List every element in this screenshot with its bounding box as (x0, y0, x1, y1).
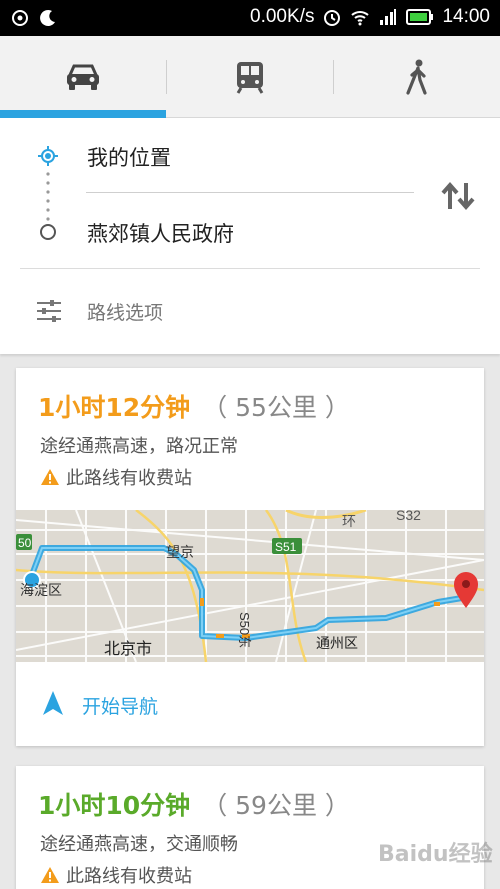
status-bar: 0.00K/s 14:00 (0, 0, 500, 36)
map-label: S32 (396, 510, 421, 523)
distance-text: （ 59公里 ） (202, 791, 350, 820)
route-options-label: 路线选项 (87, 302, 164, 324)
map-label: 50 (18, 536, 32, 550)
walk-icon (406, 59, 427, 95)
wifi-icon (351, 11, 370, 26)
route-via-text: 途经通燕高速，路况正常 (40, 436, 238, 457)
warning-icon (41, 469, 59, 485)
watermark: Baidu经验 (378, 842, 493, 867)
tab-driving[interactable] (0, 36, 166, 118)
duration-text: 1小时10分钟 (38, 791, 191, 820)
map-label: 环 (342, 513, 356, 529)
signal-icon (380, 9, 397, 25)
network-speed: 0.00K/s (250, 6, 315, 27)
panel-divider (20, 268, 480, 269)
map-label: S50东 (237, 612, 252, 648)
swap-button[interactable] (436, 176, 480, 216)
start-navigation-button[interactable]: 开始导航 (16, 678, 484, 738)
sliders-icon (37, 300, 61, 322)
start-navigation-label: 开始导航 (82, 696, 159, 718)
map-label: 通州区 (316, 635, 358, 651)
my-location-icon (38, 146, 58, 166)
toll-warning: 此路线有收费站 (40, 464, 192, 490)
destination-field[interactable]: 燕郊镇人民政府 (87, 218, 234, 248)
tab-walking[interactable] (334, 36, 500, 118)
route-input-panel: 我的位置 燕郊镇人民政府 路线选项 (0, 118, 500, 354)
origin-field[interactable]: 我的位置 (87, 142, 171, 172)
map-label: S51 (275, 540, 297, 554)
duration-text: 1小时12分钟 (38, 393, 191, 422)
destination-marker-icon (40, 224, 56, 240)
clock: 14:00 (442, 6, 490, 27)
toll-warning: 此路线有收费站 (40, 862, 192, 888)
route-result-card[interactable]: 1小时10分钟 （ 59公里 ） 途经通燕高速，交通顺畅 此路线有收费站 (16, 766, 484, 889)
car-icon (67, 64, 99, 90)
route-options-row[interactable]: 路线选项 (0, 270, 500, 350)
route-duration: 1小时10分钟 （ 59公里 ） (38, 786, 350, 822)
battery-icon (406, 9, 434, 25)
navigation-arrow-icon (43, 691, 63, 715)
alarm-icon (324, 10, 341, 26)
route-duration: 1小时12分钟 （ 55公里 ） (38, 388, 350, 424)
map-label: 北京市 (104, 640, 152, 658)
field-divider (86, 192, 414, 193)
map-label: 望京 (166, 544, 194, 560)
map-canvas: 50 海淀区 望京 S51 S32 环 北京市 S50东 通州区 (16, 510, 484, 662)
route-via-text: 途经通燕高速，交通顺畅 (40, 834, 238, 855)
distance-text: （ 55公里 ） (202, 393, 350, 422)
notification-app-icon (12, 10, 28, 26)
route-result-card[interactable]: 1小时12分钟 （ 55公里 ） 途经通燕高速，路况正常 此路线有收费站 50 海… (16, 368, 484, 746)
toll-warning-text: 此路线有收费站 (66, 866, 192, 887)
bus-icon (236, 62, 264, 94)
tab-transit[interactable] (167, 36, 333, 118)
moon-icon (40, 9, 55, 26)
warning-icon (41, 867, 59, 883)
route-connector-dots (46, 172, 50, 221)
travel-mode-tabs (0, 36, 500, 118)
toll-warning-text: 此路线有收费站 (66, 468, 192, 489)
map-label: 海淀区 (20, 582, 62, 598)
route-map-preview[interactable]: 50 海淀区 望京 S51 S32 环 北京市 S50东 通州区 (16, 510, 484, 662)
selected-tab-indicator (0, 110, 166, 118)
swap-arrows-icon (441, 181, 475, 211)
